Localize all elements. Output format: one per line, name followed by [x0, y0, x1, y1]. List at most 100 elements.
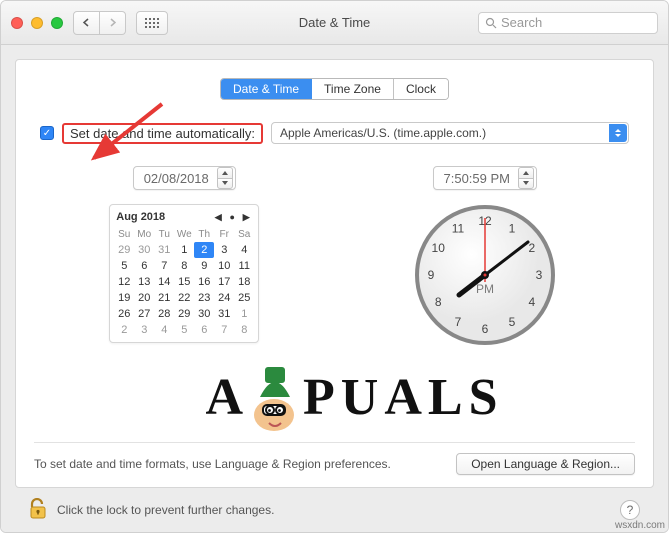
calendar-dow: Th: [194, 227, 214, 242]
calendar-day[interactable]: 3: [134, 322, 154, 338]
open-language-region-button[interactable]: Open Language & Region...: [456, 453, 635, 475]
calendar-day[interactable]: 5: [114, 258, 134, 274]
clock-hour-number: 2: [528, 241, 535, 255]
calendar-dow: Sa: [234, 227, 254, 242]
calendar-day[interactable]: 11: [234, 258, 254, 274]
tab-time-zone[interactable]: Time Zone: [312, 79, 394, 99]
calendar-next-icon[interactable]: ▶: [240, 211, 252, 223]
help-button[interactable]: ?: [620, 500, 640, 520]
content-area: Date & Time Time Zone Clock ✓ Set date a…: [1, 45, 668, 532]
calendar-day[interactable]: 1: [174, 242, 194, 258]
calendar-day[interactable]: 7: [214, 322, 234, 338]
calendar-day[interactable]: 24: [214, 290, 234, 306]
date-stepper[interactable]: [217, 167, 233, 189]
lock-icon[interactable]: [29, 498, 47, 523]
calendar-day[interactable]: 31: [154, 242, 174, 258]
calendar-day[interactable]: 26: [114, 306, 134, 322]
clock-hour-number: 4: [528, 295, 535, 309]
date-field[interactable]: 02/08/2018: [133, 166, 236, 190]
calendar-day[interactable]: 31: [214, 306, 234, 322]
clock-hour-number: 9: [427, 268, 434, 282]
date-column: 02/08/2018 Aug 2018 ◀ ● ▶ SuMoTuWe: [54, 166, 314, 343]
set-automatically-label: Set date and time automatically:: [62, 123, 263, 144]
calendar-prev-icon[interactable]: ◀: [212, 211, 224, 223]
nav-back-forward: [73, 11, 126, 35]
calendar-day[interactable]: 8: [234, 322, 254, 338]
calendar-day[interactable]: 18: [234, 274, 254, 290]
bottom-bar: Click the lock to prevent further change…: [15, 488, 654, 532]
calendar-dow: Tu: [154, 227, 174, 242]
search-field[interactable]: Search: [478, 12, 658, 34]
calendar-header: Aug 2018 ◀ ● ▶: [114, 209, 254, 227]
date-time-controls: 02/08/2018 Aug 2018 ◀ ● ▶ SuMoTuWe: [34, 166, 635, 353]
tab-date-time[interactable]: Date & Time: [221, 79, 312, 99]
watermark-icon: A PUALS: [176, 361, 533, 433]
auto-time-row: ✓ Set date and time automatically: Apple…: [40, 122, 629, 144]
calendar-day[interactable]: 15: [174, 274, 194, 290]
analog-clock: 121234567891011 PM: [410, 200, 560, 353]
calendar-day[interactable]: 9: [194, 258, 214, 274]
preferences-panel: Date & Time Time Zone Clock ✓ Set date a…: [15, 59, 654, 488]
clock-hour-number: 5: [508, 315, 515, 329]
calendar-today-icon[interactable]: ●: [226, 211, 238, 223]
titlebar: Date & Time Search: [1, 1, 668, 45]
calendar-day[interactable]: 30: [194, 306, 214, 322]
calendar-day[interactable]: 29: [174, 306, 194, 322]
time-stepper[interactable]: [518, 167, 534, 189]
preferences-window: Date & Time Search Date & Time Time Zo: [0, 0, 669, 533]
search-placeholder: Search: [501, 15, 542, 30]
calendar-day[interactable]: 28: [154, 306, 174, 322]
calendar-day[interactable]: 7: [154, 258, 174, 274]
source-watermark: wsxdn.com: [615, 520, 665, 531]
show-all-button[interactable]: [136, 11, 168, 35]
calendar-day[interactable]: 4: [154, 322, 174, 338]
calendar-day[interactable]: 2: [194, 242, 214, 258]
back-button[interactable]: [73, 11, 100, 35]
calendar-day[interactable]: 27: [134, 306, 154, 322]
calendar-day[interactable]: 23: [194, 290, 214, 306]
calendar-day[interactable]: 30: [134, 242, 154, 258]
clock-hour-number: 1: [508, 221, 515, 235]
time-field[interactable]: 7:50:59 PM: [433, 166, 538, 190]
calendar-title: Aug 2018: [116, 211, 165, 223]
clock-hour-number: 11: [452, 221, 465, 235]
calendar-day[interactable]: 29: [114, 242, 134, 258]
zoom-window-button[interactable]: [51, 17, 63, 29]
calendar[interactable]: Aug 2018 ◀ ● ▶ SuMoTuWeThFrSa29303112345…: [109, 204, 259, 343]
calendar-day[interactable]: 6: [134, 258, 154, 274]
forward-button[interactable]: [100, 11, 126, 35]
calendar-day[interactable]: 8: [174, 258, 194, 274]
calendar-day[interactable]: 14: [154, 274, 174, 290]
clock-hour-number: 8: [435, 295, 442, 309]
calendar-dow: Mo: [134, 227, 154, 242]
calendar-day[interactable]: 12: [114, 274, 134, 290]
calendar-day[interactable]: 2: [114, 322, 134, 338]
calendar-day[interactable]: 25: [234, 290, 254, 306]
lock-text: Click the lock to prevent further change…: [57, 503, 274, 517]
calendar-dow: Fr: [214, 227, 234, 242]
minimize-window-button[interactable]: [31, 17, 43, 29]
time-column: 7:50:59 PM 121234567891011 PM: [355, 166, 615, 353]
calendar-day[interactable]: 19: [114, 290, 134, 306]
calendar-day[interactable]: 16: [194, 274, 214, 290]
calendar-day[interactable]: 22: [174, 290, 194, 306]
calendar-day[interactable]: 21: [154, 290, 174, 306]
calendar-day[interactable]: 20: [134, 290, 154, 306]
clock-hour-number: 6: [481, 322, 488, 336]
calendar-day[interactable]: 1: [234, 306, 254, 322]
calendar-day[interactable]: 4: [234, 242, 254, 258]
calendar-day[interactable]: 17: [214, 274, 234, 290]
tab-clock[interactable]: Clock: [394, 79, 448, 99]
calendar-day[interactable]: 5: [174, 322, 194, 338]
time-value: 7:50:59 PM: [444, 171, 511, 186]
show-all-button-group: [136, 11, 168, 35]
calendar-day[interactable]: 13: [134, 274, 154, 290]
calendar-day[interactable]: 6: [194, 322, 214, 338]
calendar-day[interactable]: 3: [214, 242, 234, 258]
close-window-button[interactable]: [11, 17, 23, 29]
time-server-select[interactable]: Apple Americas/U.S. (time.apple.com.): [271, 122, 629, 144]
panel-footer: To set date and time formats, use Langua…: [34, 442, 635, 479]
calendar-day[interactable]: 10: [214, 258, 234, 274]
select-chevron-icon: [609, 124, 627, 142]
set-automatically-checkbox[interactable]: ✓: [40, 126, 54, 140]
